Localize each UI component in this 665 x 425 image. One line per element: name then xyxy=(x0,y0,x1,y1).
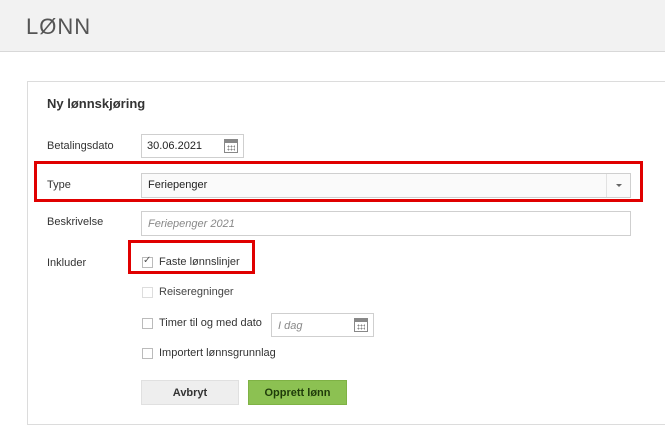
create-payroll-button[interactable]: Opprett lønn xyxy=(248,380,347,405)
cancel-button[interactable]: Avbryt xyxy=(141,380,239,405)
type-selected-value: Feriepenger xyxy=(148,179,208,191)
top-bar: LØNN xyxy=(0,0,665,52)
include-option-label: Faste lønnslinjer xyxy=(159,256,240,268)
description-label: Beskrivelse xyxy=(47,216,104,228)
include-option-label: Timer til og med dato xyxy=(159,317,262,329)
hours-date-input[interactable]: I dag xyxy=(271,313,374,337)
payment-date-input[interactable]: 30.06.2021 xyxy=(141,134,244,158)
checkbox[interactable] xyxy=(142,347,153,359)
payment-date-label: Betalingsdato xyxy=(47,140,114,152)
calendar-icon[interactable] xyxy=(354,318,368,332)
include-option-label: Reiseregninger xyxy=(159,286,234,298)
include-option-label: Importert lønnsgrunnlag xyxy=(159,347,276,359)
hours-date-placeholder: I dag xyxy=(278,320,303,332)
checkbox[interactable] xyxy=(142,317,153,329)
page-title: LØNN xyxy=(26,14,92,39)
include-option-imported[interactable]: Importert lønnsgrunnlag xyxy=(142,345,276,361)
new-payroll-panel: Ny lønnskjøring Betalingsdato 30.06.2021… xyxy=(27,81,665,425)
include-option-hours[interactable]: Timer til og med dato xyxy=(142,315,262,331)
checkbox-checked[interactable] xyxy=(142,255,153,268)
calendar-icon[interactable] xyxy=(224,139,238,153)
include-label: Inkluder xyxy=(47,257,87,269)
chevron-down-icon[interactable] xyxy=(606,174,630,197)
type-select[interactable]: Feriepenger xyxy=(141,173,631,198)
payment-date-value: 30.06.2021 xyxy=(147,140,203,152)
include-option-travel-expenses: Reiseregninger xyxy=(142,284,234,300)
checkbox-disabled xyxy=(142,286,153,298)
panel-title: Ny lønnskjøring xyxy=(47,96,146,111)
include-option-fixed-salary[interactable]: Faste lønnslinjer xyxy=(142,254,240,270)
description-placeholder: Feriepenger 2021 xyxy=(148,218,235,230)
description-input[interactable]: Feriepenger 2021 xyxy=(141,211,631,236)
type-label: Type xyxy=(47,179,71,191)
